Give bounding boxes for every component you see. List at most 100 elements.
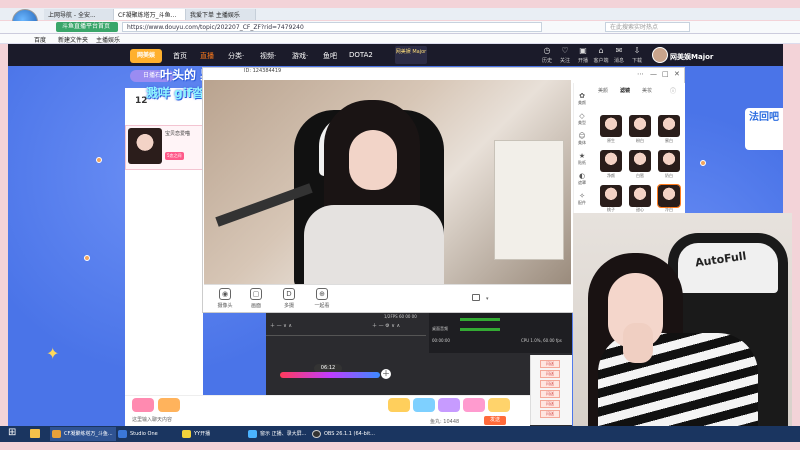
cast-icon[interactable] xyxy=(472,294,480,301)
gift-item[interactable] xyxy=(413,398,435,412)
site-logo[interactable]: 网美娱Major xyxy=(130,49,162,73)
header-action-label: 下载 xyxy=(631,58,642,64)
promo-banner[interactable]: 网美娱 Major xyxy=(395,46,427,64)
scene-controls[interactable]: ＋ — ∨ ∧ xyxy=(270,322,292,329)
address-input[interactable]: https://www.douyu.com/topic/202207_CF_ZF… xyxy=(122,22,542,32)
beauty-tab-filter[interactable]: 滤镜 xyxy=(620,87,630,94)
beauty-side-item[interactable]: ★ 贴纸 xyxy=(573,152,591,166)
more-icon[interactable]: ⋯ xyxy=(637,70,644,78)
decor-dot xyxy=(700,160,706,166)
filter-tile[interactable] xyxy=(629,185,651,207)
beauty-side-item[interactable]: ◐ 遮罩 xyxy=(573,172,591,186)
site-badge[interactable]: 斗鱼直播平台首页 xyxy=(56,22,118,32)
nav-category[interactable]: 分类· xyxy=(228,51,244,61)
filter-tile-selected[interactable] xyxy=(657,184,681,208)
filter-tile[interactable] xyxy=(600,115,622,137)
gaming-chair-headrest xyxy=(678,243,778,293)
avatar[interactable] xyxy=(652,47,668,63)
gift-item[interactable] xyxy=(438,398,460,412)
right-banner[interactable]: 法回吧 xyxy=(745,108,783,150)
beauty-side-item[interactable]: ✿ 美颜 xyxy=(573,92,591,106)
windows-start-icon[interactable]: ⊞ xyxy=(8,428,20,439)
filter-tile[interactable] xyxy=(600,150,622,172)
header-action-label: 历史 xyxy=(541,58,552,64)
body-icon: ☺ xyxy=(578,132,586,140)
add-button[interactable]: ＋ xyxy=(381,369,391,379)
filter-label: 粉白 xyxy=(636,138,644,143)
beauty-tab-beauty[interactable]: 美颜 xyxy=(598,87,608,94)
tab-2[interactable]: CF凝聚练塔万_斗鱼... xyxy=(114,9,186,20)
bookmark-item[interactable]: 主播娱乐 xyxy=(96,35,120,44)
nav-games[interactable]: 游戏· xyxy=(292,51,308,61)
gift-item[interactable] xyxy=(132,398,154,412)
tab-1[interactable]: 上网导航 - 全安... xyxy=(44,9,114,20)
recorder-icon xyxy=(248,430,257,438)
right-list-item[interactable]: 闪送 xyxy=(540,410,560,418)
right-list-item[interactable]: 闪送 xyxy=(540,360,560,368)
bookmark-item[interactable]: 百度 xyxy=(34,35,46,44)
obs-icon xyxy=(312,430,321,438)
beauty-side-item[interactable]: ✧ 配件 xyxy=(573,192,591,206)
obs-stats: 1/2FPS 60 00 00 xyxy=(384,314,417,319)
taskbar-item-browser[interactable]: CF凝聚练塔万_斗鱼... xyxy=(50,427,116,441)
follow-icon[interactable]: ♡ xyxy=(559,46,571,56)
info-icon[interactable]: ⓘ xyxy=(670,86,676,95)
right-list-item[interactable]: 闪送 xyxy=(540,370,560,378)
gift-item[interactable] xyxy=(463,398,485,412)
right-list-item[interactable]: 闪送 xyxy=(540,390,560,398)
sparkle-icon: ✦ xyxy=(46,344,60,363)
volume-slider[interactable] xyxy=(280,372,380,378)
streamer-face xyxy=(349,130,397,190)
filter-tile[interactable] xyxy=(629,150,651,172)
audio-meter xyxy=(460,328,500,331)
right-list-item[interactable]: 闪送 xyxy=(540,380,560,388)
filter-tile[interactable] xyxy=(658,115,680,137)
beauty-side-item[interactable]: ◇ 美型 xyxy=(573,112,591,126)
multicam-button[interactable]: D 多摄 xyxy=(275,288,303,309)
message-icon[interactable]: ✉ xyxy=(613,46,625,56)
beauty-side-item[interactable]: ☺ 美体 xyxy=(573,132,591,146)
taskbar-item-recorder[interactable]: 窗示 正播、录大屏... xyxy=(246,427,306,441)
taskbar-item-studio-one[interactable]: Studio One xyxy=(116,427,176,441)
bookmark-item[interactable]: 新建文件夹 xyxy=(58,35,88,44)
filter-tile[interactable] xyxy=(600,185,622,207)
filter-label: 奶白 xyxy=(665,173,673,178)
chat-input[interactable]: 这里输入聊天内容 xyxy=(132,416,172,423)
tab-3[interactable]: 我爱下单 主播娱乐 xyxy=(186,9,256,20)
download-icon[interactable]: ⇩ xyxy=(631,46,643,56)
gift-item[interactable] xyxy=(388,398,410,412)
nav-home[interactable]: 首页 xyxy=(173,51,187,61)
gift-item[interactable] xyxy=(488,398,510,412)
chevron-down-icon[interactable]: ▾ xyxy=(486,296,489,302)
close-icon[interactable]: ✕ xyxy=(674,70,680,78)
taskbar-item-obs[interactable]: OBS 26.1.1 (64-bit... xyxy=(310,427,376,441)
beauty-tab-makeup[interactable]: 美妆 xyxy=(642,87,652,94)
nav-live[interactable]: 直播 xyxy=(200,51,214,61)
webcam-overlay: AutoFull xyxy=(573,213,792,442)
nav-video[interactable]: 视频· xyxy=(260,51,276,61)
bookmarks-bar: 百度 新建文件夹 主播娱乐 xyxy=(0,34,800,44)
gift-item[interactable] xyxy=(158,398,180,412)
mask-icon: ◐ xyxy=(578,172,586,180)
yy-icon xyxy=(182,430,191,438)
history-icon[interactable]: ◷ xyxy=(541,46,553,56)
right-list-item[interactable]: 闪送 xyxy=(540,400,560,408)
nav-yuba[interactable]: 鱼吧 xyxy=(323,51,337,61)
camera-button[interactable]: ◉ 摄像头 xyxy=(211,288,239,309)
filter-tile[interactable] xyxy=(629,115,651,137)
send-button[interactable]: 发送 xyxy=(484,416,506,425)
client-icon[interactable]: ⌂ xyxy=(595,46,607,56)
broadcast-icon[interactable]: ▣ xyxy=(577,46,589,56)
screen-button[interactable]: ▢ 画面 xyxy=(242,288,270,309)
taskbar-item-yy[interactable]: YY开播 xyxy=(180,427,242,441)
minimize-icon[interactable]: — xyxy=(650,70,657,78)
source-controls[interactable]: ＋ — ⚙ ∨ ∧ xyxy=(372,322,400,329)
nav-dota2[interactable]: DOTA2 xyxy=(349,51,373,59)
filter-tile[interactable] xyxy=(658,150,680,172)
watch-together-icon: ⊕ xyxy=(316,288,328,300)
maximize-icon[interactable]: □ xyxy=(662,70,669,78)
sticker-icon: ★ xyxy=(578,152,586,160)
search-input[interactable]: 在此搜索实时热点 xyxy=(605,22,690,32)
explorer-icon[interactable] xyxy=(30,429,40,438)
watch-together-button[interactable]: ⊕ 一起看 xyxy=(308,288,336,309)
